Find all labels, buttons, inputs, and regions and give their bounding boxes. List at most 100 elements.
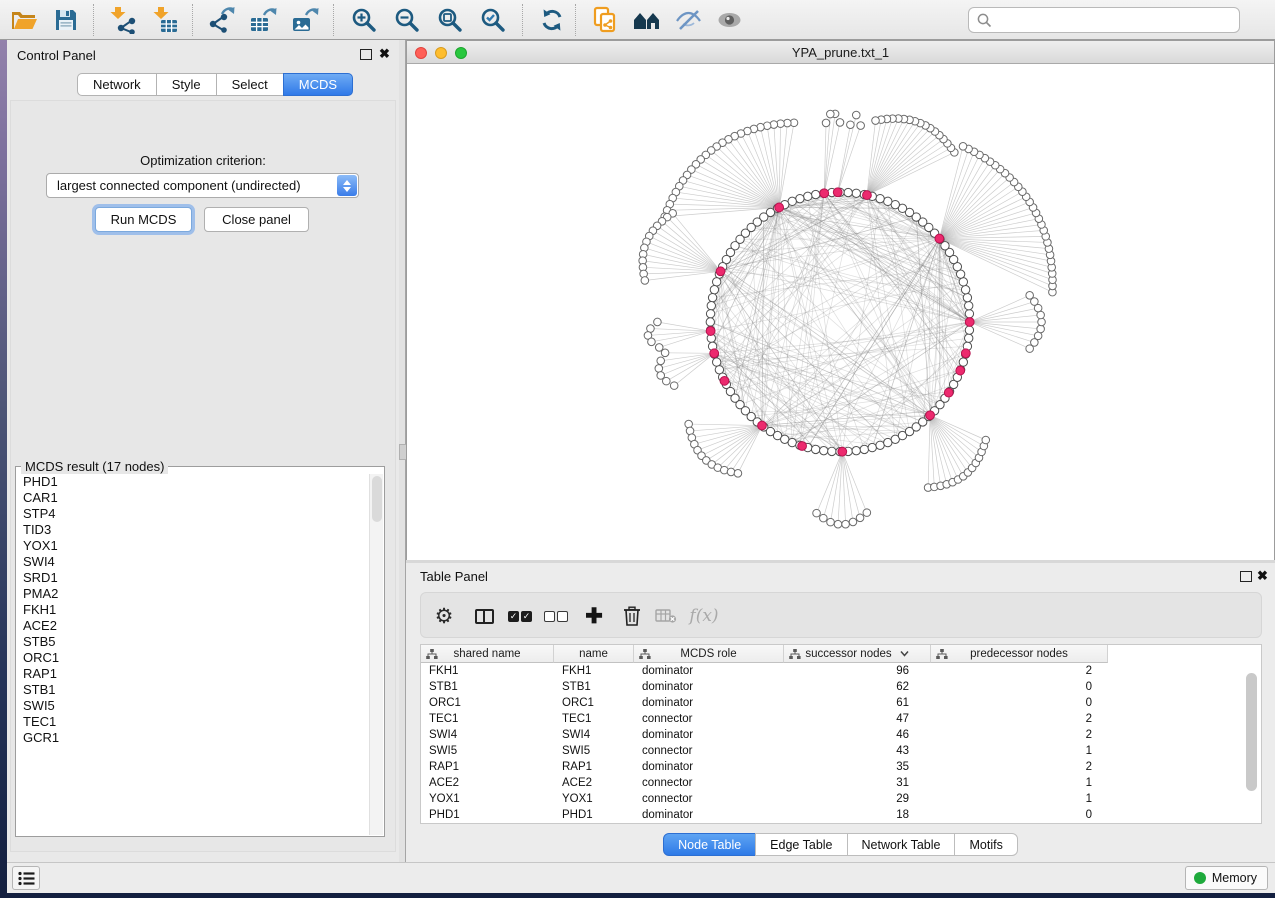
graph-leaf-node[interactable] bbox=[863, 509, 871, 517]
graph-ring-node[interactable] bbox=[852, 189, 860, 197]
graph-leaf-node[interactable] bbox=[982, 436, 990, 444]
result-scroll-thumb[interactable] bbox=[372, 476, 382, 522]
graph-ring-node[interactable] bbox=[868, 443, 876, 451]
search-input[interactable] bbox=[998, 10, 1239, 30]
table-row[interactable]: ACE2ACE2connector311 bbox=[421, 775, 1261, 791]
graph-mcds-node[interactable] bbox=[833, 188, 842, 197]
graph-ring-node[interactable] bbox=[852, 446, 860, 454]
graph-leaf-node[interactable] bbox=[849, 518, 857, 526]
graph-mcds-node[interactable] bbox=[710, 349, 719, 358]
close-panel-icon[interactable]: ✖ bbox=[379, 46, 390, 62]
table-row[interactable]: ORC1ORC1dominator610 bbox=[421, 695, 1261, 711]
tab-node-table[interactable]: Node Table bbox=[663, 833, 756, 856]
graph-mcds-node[interactable] bbox=[820, 189, 829, 198]
tab-network-table[interactable]: Network Table bbox=[847, 833, 956, 856]
graph-leaf-node[interactable] bbox=[648, 338, 656, 346]
graph-leaf-node[interactable] bbox=[1026, 292, 1034, 300]
graph-leaf-node[interactable] bbox=[827, 518, 835, 526]
graph-leaf-node[interactable] bbox=[872, 117, 880, 125]
graph-ring-node[interactable] bbox=[712, 278, 720, 286]
add-column-button[interactable]: ✚ bbox=[579, 601, 609, 631]
table-row[interactable]: RAP1RAP1dominator352 bbox=[421, 759, 1261, 775]
mcds-result-item[interactable]: YOX1 bbox=[17, 538, 369, 554]
graph-leaf-node[interactable] bbox=[657, 357, 665, 365]
graph-mcds-node[interactable] bbox=[720, 376, 729, 385]
delete-column-button[interactable] bbox=[617, 601, 647, 631]
column-header-predecessor-nodes[interactable]: predecessor nodes bbox=[931, 645, 1108, 663]
mcds-result-item[interactable]: SWI5 bbox=[17, 698, 369, 714]
close-table-panel-icon[interactable]: ✖ bbox=[1257, 568, 1268, 584]
table-row[interactable]: SWI4SWI4dominator462 bbox=[421, 727, 1261, 743]
graph-ring-node[interactable] bbox=[712, 358, 720, 366]
graph-leaf-node[interactable] bbox=[847, 121, 855, 129]
mcds-result-item[interactable]: FKH1 bbox=[17, 602, 369, 618]
graph-mcds-node[interactable] bbox=[965, 318, 974, 327]
float-table-panel-icon[interactable] bbox=[1240, 571, 1252, 582]
table-row[interactable]: STB1STB1dominator620 bbox=[421, 679, 1261, 695]
mcds-result-item[interactable]: ORC1 bbox=[17, 650, 369, 666]
graph-leaf-node[interactable] bbox=[685, 420, 693, 428]
graph-ring-node[interactable] bbox=[796, 194, 804, 202]
graph-mcds-node[interactable] bbox=[838, 447, 847, 456]
vertical-splitter[interactable] bbox=[399, 40, 406, 862]
mcds-result-item[interactable]: GCR1 bbox=[17, 730, 369, 746]
column-header-name[interactable]: name bbox=[554, 645, 634, 663]
mcds-result-item[interactable]: PHD1 bbox=[17, 474, 369, 490]
graph-ring-node[interactable] bbox=[959, 358, 967, 366]
table-row[interactable]: SWI5SWI5connector431 bbox=[421, 743, 1261, 759]
show-columns-button[interactable] bbox=[469, 601, 499, 631]
first-neighbors-button[interactable] bbox=[632, 6, 662, 34]
graph-leaf-node[interactable] bbox=[852, 111, 860, 119]
tab-motifs[interactable]: Motifs bbox=[954, 833, 1017, 856]
graph-mcds-node[interactable] bbox=[926, 411, 935, 420]
refresh-view-button[interactable] bbox=[537, 6, 567, 34]
graph-ring-node[interactable] bbox=[965, 334, 973, 342]
import-table-button[interactable] bbox=[150, 6, 180, 34]
graph-ring-node[interactable] bbox=[820, 446, 828, 454]
graph-leaf-node[interactable] bbox=[641, 277, 649, 285]
graph-leaf-node[interactable] bbox=[663, 377, 671, 385]
graph-ring-node[interactable] bbox=[811, 190, 819, 198]
graph-mcds-node[interactable] bbox=[716, 267, 725, 276]
graph-mcds-node[interactable] bbox=[758, 421, 767, 430]
optimization-select[interactable]: largest connected component (undirected) bbox=[46, 173, 359, 198]
graph-leaf-node[interactable] bbox=[655, 365, 663, 373]
graph-leaf-node[interactable] bbox=[836, 119, 844, 127]
zoom-out-button[interactable] bbox=[392, 6, 422, 34]
graph-mcds-node[interactable] bbox=[961, 349, 970, 358]
graph-leaf-node[interactable] bbox=[813, 509, 821, 517]
graph-ring-node[interactable] bbox=[710, 286, 718, 294]
export-table-button[interactable] bbox=[248, 6, 278, 34]
graph-ring-node[interactable] bbox=[965, 302, 973, 310]
graph-ring-node[interactable] bbox=[876, 441, 884, 449]
table-scrollbar[interactable] bbox=[1246, 665, 1258, 820]
table-row[interactable]: TEC1TEC1connector472 bbox=[421, 711, 1261, 727]
close-panel-button[interactable]: Close panel bbox=[204, 207, 309, 232]
column-header-successor-nodes[interactable]: successor nodes bbox=[784, 645, 931, 663]
tab-mcds[interactable]: MCDS bbox=[283, 73, 353, 96]
mcds-result-item[interactable]: SRD1 bbox=[17, 570, 369, 586]
graph-leaf-node[interactable] bbox=[834, 520, 842, 528]
mcds-result-item[interactable]: PMA2 bbox=[17, 586, 369, 602]
mcds-result-item[interactable]: CAR1 bbox=[17, 490, 369, 506]
graph-leaf-node[interactable] bbox=[734, 470, 742, 478]
graph-ring-node[interactable] bbox=[959, 278, 967, 286]
mcds-result-item[interactable]: STP4 bbox=[17, 506, 369, 522]
graph-ring-node[interactable] bbox=[876, 194, 884, 202]
network-titlebar[interactable]: YPA_prune.txt_1 bbox=[407, 41, 1274, 64]
graph-mcds-node[interactable] bbox=[944, 388, 953, 397]
mcds-result-item[interactable]: SWI4 bbox=[17, 554, 369, 570]
graph-ring-node[interactable] bbox=[961, 286, 969, 294]
graph-ring-node[interactable] bbox=[811, 445, 819, 453]
graph-ring-node[interactable] bbox=[804, 192, 812, 200]
graph-mcds-node[interactable] bbox=[706, 327, 715, 336]
memory-button[interactable]: Memory bbox=[1185, 866, 1268, 890]
graph-ring-node[interactable] bbox=[707, 302, 715, 310]
zoom-selected-button[interactable] bbox=[478, 6, 508, 34]
graph-ring-node[interactable] bbox=[884, 197, 892, 205]
delete-table-button[interactable] bbox=[651, 601, 681, 631]
graph-ring-node[interactable] bbox=[965, 326, 973, 334]
graph-mcds-node[interactable] bbox=[863, 191, 872, 200]
new-network-from-selection-button[interactable] bbox=[590, 6, 620, 34]
export-network-button[interactable] bbox=[206, 6, 236, 34]
